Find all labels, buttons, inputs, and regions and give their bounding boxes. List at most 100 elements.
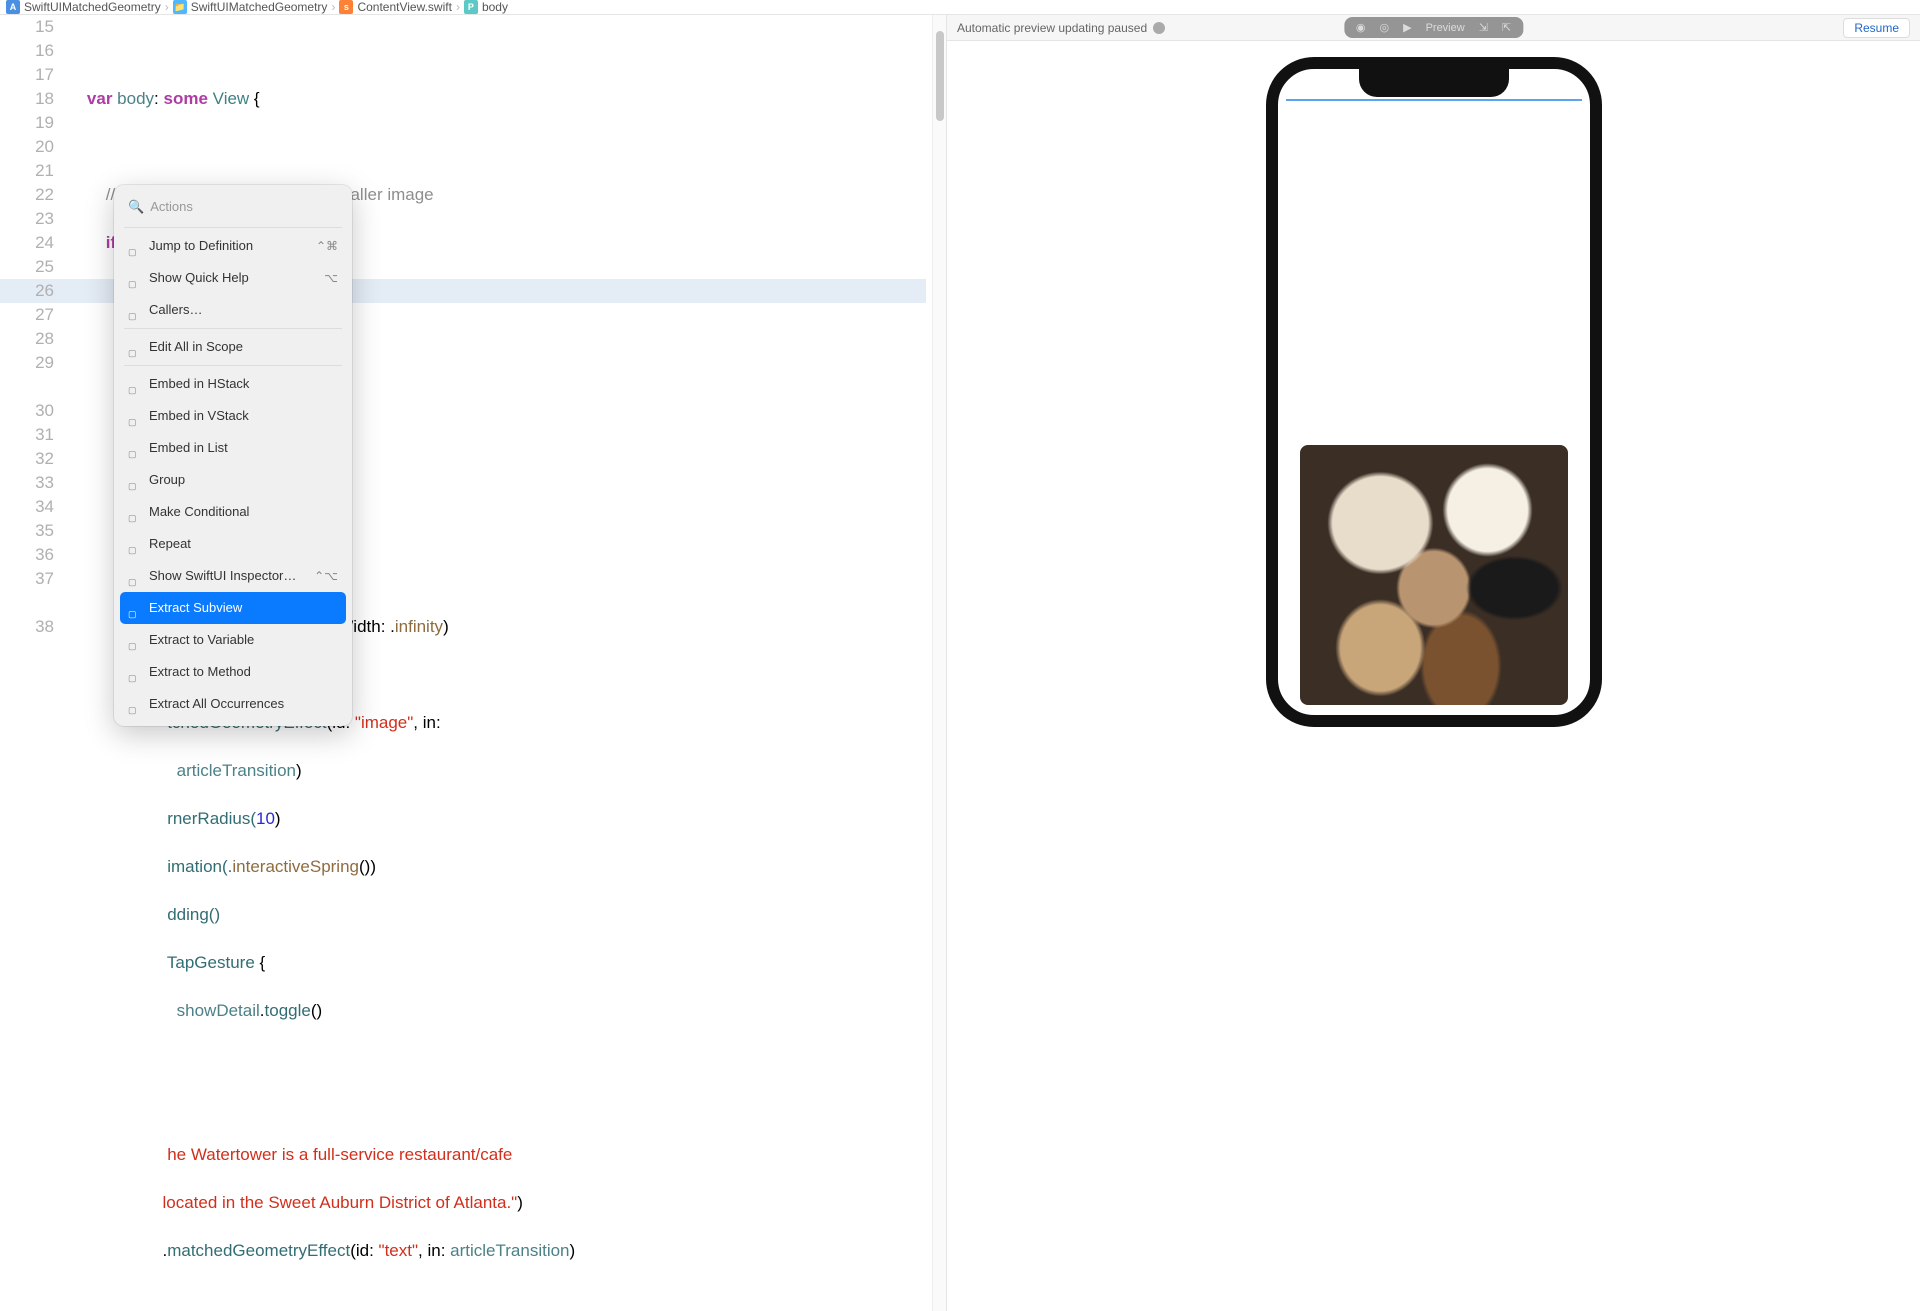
line-number: 22 bbox=[0, 183, 54, 207]
menu-item-label: Repeat bbox=[149, 532, 191, 556]
breadcrumb-label: SwiftUIMatchedGeometry bbox=[24, 0, 161, 14]
resume-button[interactable]: Resume bbox=[1843, 18, 1910, 38]
menu-item-label: Show SwiftUI Inspector… bbox=[149, 564, 296, 588]
code-line: var body: some View { bbox=[68, 87, 946, 111]
line-number: 18 bbox=[0, 87, 54, 111]
breadcrumb-seg[interactable]: A SwiftUIMatchedGeometry bbox=[6, 0, 161, 14]
menu-item-label: Jump to Definition bbox=[149, 234, 253, 258]
line-number: 31 bbox=[0, 423, 54, 447]
code-line: dding() bbox=[68, 903, 946, 927]
code-editor[interactable]: 1516171819202122232425262728293031323334… bbox=[0, 15, 946, 1311]
breadcrumb-seg[interactable]: Pbody bbox=[464, 0, 508, 14]
line-number bbox=[0, 375, 54, 399]
menu-item-label: Extract to Method bbox=[149, 660, 251, 684]
menu-item[interactable]: ▢ Extract to Method bbox=[120, 656, 346, 688]
menu-item-label: Embed in List bbox=[149, 436, 228, 460]
preview-tool-pill[interactable]: ◉ ◎ ▶ Preview ⇲ ⇱ bbox=[1344, 17, 1523, 38]
editor-scrollbar[interactable] bbox=[932, 15, 946, 1311]
line-number: 28 bbox=[0, 327, 54, 351]
phone-preview[interactable] bbox=[1266, 57, 1602, 727]
line-number: 15 bbox=[0, 15, 54, 39]
line-number: 24 bbox=[0, 231, 54, 255]
line-number: 25 bbox=[0, 255, 54, 279]
menu-item-label: Extract to Variable bbox=[149, 628, 254, 652]
menu-shortcut: ⌥ bbox=[324, 266, 338, 290]
code-line bbox=[68, 1095, 946, 1119]
line-number: 33 bbox=[0, 471, 54, 495]
menu-item-icon: ▢ bbox=[128, 474, 141, 487]
line-gutter: 1516171819202122232425262728293031323334… bbox=[0, 15, 68, 1311]
code-line: .matchedGeometryEffect(id: "text", in: a… bbox=[68, 1239, 946, 1263]
menu-item-label: Extract Subview bbox=[149, 596, 242, 620]
property-icon: P bbox=[464, 0, 478, 14]
preview-pane: Automatic preview updating paused Resume… bbox=[946, 15, 1920, 1311]
info-icon[interactable] bbox=[1153, 22, 1165, 34]
menu-item[interactable]: ▢ Make Conditional bbox=[120, 496, 346, 528]
export-icon: ⇱ bbox=[1502, 21, 1511, 34]
breadcrumb-label: ContentView.swift bbox=[357, 0, 452, 14]
actions-search[interactable]: 🔍 Actions bbox=[120, 191, 346, 225]
menu-item-icon: ▢ bbox=[128, 602, 141, 615]
menu-item-icon: ▢ bbox=[128, 410, 141, 423]
menu-item[interactable]: ▢Embed in HStack bbox=[120, 368, 346, 400]
breadcrumb-label: body bbox=[482, 0, 508, 14]
menu-item-label: Edit All in Scope bbox=[149, 335, 243, 359]
code-line bbox=[68, 39, 946, 63]
menu-item-icon: ▢ bbox=[128, 538, 141, 551]
separator bbox=[124, 227, 342, 228]
line-number: 23 bbox=[0, 207, 54, 231]
breadcrumb-seg[interactable]: 📁SwiftUIMatchedGeometry bbox=[173, 0, 328, 14]
menu-item-icon: ▢ bbox=[128, 634, 141, 647]
menu-item-label: Group bbox=[149, 468, 185, 492]
code-line: showDetail.toggle() bbox=[68, 999, 946, 1023]
menu-shortcut: ⌃⌥ bbox=[314, 564, 338, 588]
line-number: 21 bbox=[0, 159, 54, 183]
line-number: 19 bbox=[0, 111, 54, 135]
phone-selection-marker bbox=[1286, 99, 1582, 103]
menu-item-icon: ▢ bbox=[128, 506, 141, 519]
menu-item[interactable]: ▢ Edit All in Scope bbox=[120, 331, 346, 363]
code-line: he Watertower is a full-service restaura… bbox=[68, 1143, 946, 1167]
menu-item-label: Callers… bbox=[149, 298, 202, 322]
main-area: 1516171819202122232425262728293031323334… bbox=[0, 15, 1920, 1311]
breadcrumb-seg[interactable]: s ContentView.swift bbox=[339, 0, 452, 14]
code-line: imation(.interactiveSpring()) bbox=[68, 855, 946, 879]
menu-item[interactable]: ▢Callers… bbox=[120, 294, 346, 326]
latte-image bbox=[1300, 445, 1568, 705]
breadcrumb-label: SwiftUIMatchedGeometry bbox=[191, 0, 328, 14]
menu-item[interactable]: ▢ Extract Subview bbox=[120, 592, 346, 624]
line-number: 17 bbox=[0, 63, 54, 87]
separator bbox=[124, 365, 342, 366]
swift-icon: s bbox=[339, 0, 353, 14]
chevron-icon: › bbox=[165, 0, 169, 14]
chevron-icon: › bbox=[456, 0, 460, 14]
menu-item[interactable]: ▢ Repeat bbox=[120, 528, 346, 560]
separator bbox=[124, 328, 342, 329]
eye-icon: ◉ bbox=[1356, 21, 1366, 34]
menu-item[interactable]: ▢ Extract to Variable bbox=[120, 624, 346, 656]
line-number: 20 bbox=[0, 135, 54, 159]
menu-item[interactable]: ▢ Embed in VStack bbox=[120, 400, 346, 432]
menu-item-label: Make Conditional bbox=[149, 500, 249, 524]
menu-item-label: Embed in VStack bbox=[149, 404, 249, 428]
line-number: 27 bbox=[0, 303, 54, 327]
menu-item[interactable]: ▢Embed in List bbox=[120, 432, 346, 464]
breadcrumb[interactable]: A SwiftUIMatchedGeometry › 📁SwiftUIMatche… bbox=[0, 0, 1920, 15]
menu-item-icon: ▢ bbox=[128, 570, 141, 583]
menu-item[interactable]: ▢Jump to Definition⌃⌘ bbox=[120, 230, 346, 262]
preview-status: Automatic preview updating paused bbox=[957, 21, 1147, 35]
project-icon: A bbox=[6, 0, 20, 14]
menu-item[interactable]: ▢Show Quick Help⌥ bbox=[120, 262, 346, 294]
menu-item[interactable]: ▢ Show SwiftUI Inspector… ⌃⌥ bbox=[120, 560, 346, 592]
menu-item-label: Embed in HStack bbox=[149, 372, 249, 396]
menu-item-icon: ▢ bbox=[128, 341, 141, 354]
menu-item-icon: ▢ bbox=[128, 240, 141, 253]
line-number: 29 bbox=[0, 351, 54, 375]
code-line bbox=[68, 1047, 946, 1071]
line-number: 26 bbox=[0, 279, 54, 303]
menu-item-icon: ▢ bbox=[128, 666, 141, 679]
menu-item[interactable]: ▢Extract All Occurrences bbox=[120, 688, 346, 720]
menu-item[interactable]: ▢ Group bbox=[120, 464, 346, 496]
scrollbar-thumb[interactable] bbox=[936, 31, 944, 121]
menu-item-icon: ▢ bbox=[128, 698, 141, 711]
